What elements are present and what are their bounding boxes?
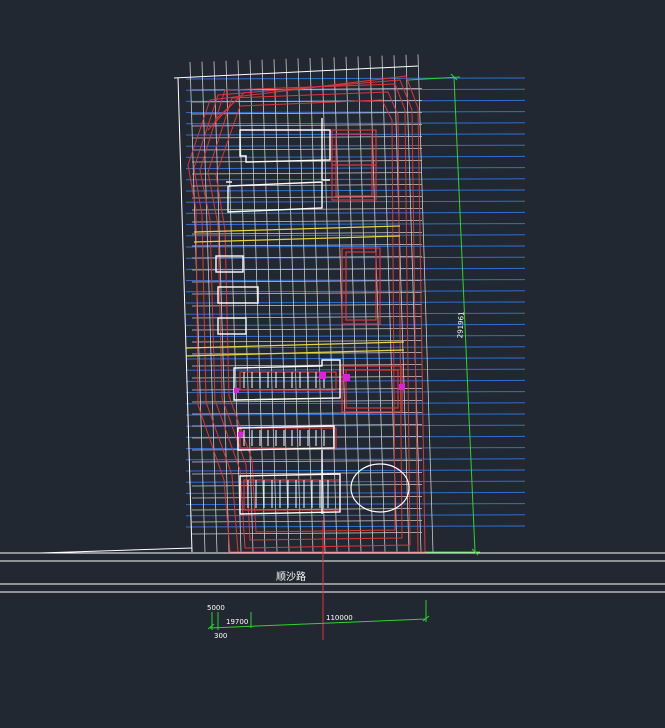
- white-grid-horizontal: [191, 412, 423, 415]
- blue-grid-line: [185, 279, 526, 282]
- blue-grid-line: [185, 447, 526, 450]
- blue-grid-line: [185, 514, 526, 517]
- white-grid-horizontal: [191, 136, 423, 139]
- site-boundary-top: [173, 65, 419, 79]
- marker-5[interactable]: [238, 432, 243, 437]
- blue-grid-line: [185, 200, 526, 203]
- blue-grid-line: [185, 144, 526, 147]
- circular-structure: [350, 463, 410, 513]
- marker-3[interactable]: [399, 384, 405, 390]
- road-name-label: 顺沙路: [276, 570, 306, 583]
- blue-grid-line: [185, 234, 526, 237]
- blue-grid-line: [185, 178, 526, 181]
- site-plan-drawing[interactable]: 顺沙路 291961 110000 19700 5000 300: [0, 0, 665, 728]
- white-grid-vertical: [417, 54, 434, 553]
- blue-grid-line: [185, 458, 526, 461]
- horizontal-dimension-main: 110000: [326, 614, 353, 622]
- marker-1[interactable]: [319, 372, 326, 379]
- blue-grid-line: [185, 469, 526, 472]
- blue-grid-line: [185, 480, 526, 483]
- marker-4[interactable]: [234, 388, 239, 393]
- white-grid-horizontal: [191, 520, 423, 523]
- white-grid-horizontal: [191, 148, 423, 151]
- blue-grid-line: [185, 245, 526, 248]
- horizontal-dimension-b: 5000: [207, 604, 225, 612]
- cad-viewport[interactable]: 顺沙路 291961 110000 19700 5000 300: [0, 0, 665, 728]
- white-grid-horizontal: [191, 196, 423, 199]
- blue-grid-line: [185, 312, 526, 315]
- blue-grid-line: [185, 491, 526, 494]
- blue-grid-line: [185, 77, 526, 80]
- horizontal-dimension-a: 19700: [226, 618, 248, 626]
- site-boundary-left: [177, 77, 193, 553]
- blue-grid-line: [185, 167, 526, 170]
- blue-grid-line: [185, 290, 526, 293]
- blue-grid-line: [185, 223, 526, 226]
- white-grid-horizontal: [191, 328, 423, 331]
- white-grid-horizontal: [191, 124, 423, 127]
- white-grid-horizontal: [191, 532, 423, 535]
- white-grid-horizontal: [191, 220, 423, 223]
- white-grid-horizontal: [191, 400, 423, 403]
- white-grid-horizontal: [191, 496, 423, 499]
- marker-2[interactable]: [343, 374, 350, 381]
- white-grid-horizontal: [191, 172, 423, 175]
- white-grid-horizontal: [191, 376, 423, 379]
- blue-grid-line: [185, 503, 526, 506]
- blue-grid-line: [185, 155, 526, 158]
- blue-grid-line: [185, 335, 526, 338]
- vertical-dimension-label: 291961: [456, 311, 465, 338]
- horizontal-dimension-c: 300: [214, 632, 227, 640]
- blue-grid-line: [185, 122, 526, 125]
- white-grid-vertical: [357, 56, 374, 553]
- road-edges: [0, 547, 665, 593]
- white-grid-horizontal: [191, 484, 423, 487]
- blue-grid-line: [185, 111, 526, 114]
- blue-grid-line: [185, 211, 526, 214]
- blue-grid-line: [185, 189, 526, 192]
- white-grid-horizontal: [191, 184, 423, 187]
